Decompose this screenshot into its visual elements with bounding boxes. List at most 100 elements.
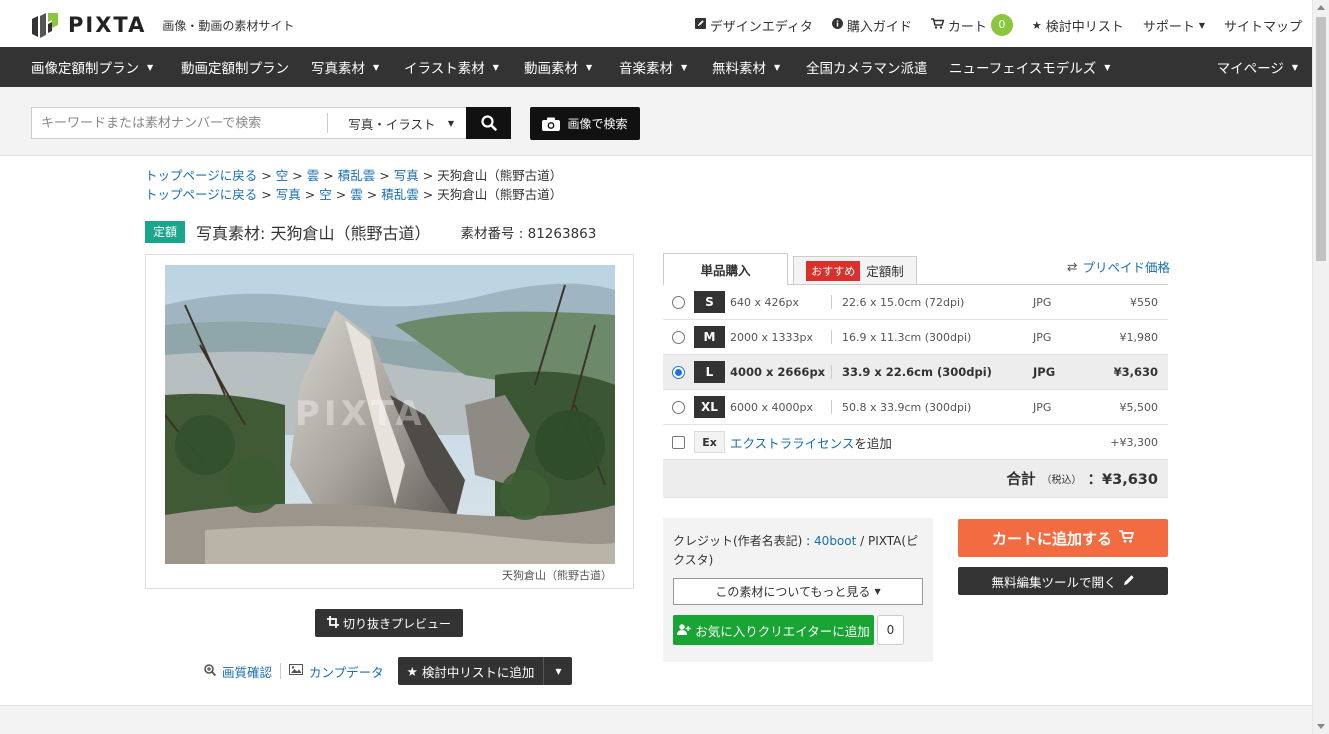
search-button[interactable] (466, 107, 511, 139)
info-circle-icon (831, 18, 843, 32)
size-radio-s[interactable] (672, 295, 685, 309)
search-type-select[interactable]: 写真・イラスト ▼ (328, 108, 466, 138)
size-code: L (694, 361, 725, 383)
extra-license-link[interactable]: エクストラライセンス (730, 436, 854, 451)
breadcrumb-link[interactable]: トップページに戻る (145, 187, 257, 202)
watermark-text: PIXTA (295, 394, 426, 434)
size-price: ¥1,980 (1119, 330, 1159, 344)
size-radio-m[interactable] (672, 330, 685, 344)
divider (280, 663, 282, 679)
size-format: JPG (1033, 330, 1052, 344)
add-to-wishlist-button[interactable]: ★ 検討中リストに追加 ▼ (397, 657, 573, 685)
crop-preview-button[interactable]: 切り抜きプレビュー (315, 609, 463, 637)
caret-down-icon: ▼ (1104, 62, 1111, 72)
size-pixels: 4000 x 2666px (730, 365, 826, 379)
size-pixels: 2000 x 1333px (730, 330, 813, 344)
add-favorite-creator-button[interactable]: お気に入りクリエイターに追加 (673, 615, 874, 645)
breadcrumb-link[interactable]: 写真 (394, 168, 419, 183)
size-row-xl[interactable]: XL 6000 x 4000px 50.8 x 33.9cm (300dpi) … (663, 390, 1168, 425)
utility-links: デザインエディタ 購入ガイド カート 0 ★ 検討中リスト サポート ▼ サイト… (676, 14, 1302, 36)
breadcrumb-link[interactable]: 写真 (276, 187, 301, 202)
nav-video[interactable]: 動画素材 ▼ (524, 47, 592, 87)
size-radio-l[interactable] (672, 365, 685, 379)
support-menu[interactable]: サポート ▼ (1143, 16, 1205, 35)
sitemap-link[interactable]: サイトマップ (1224, 16, 1302, 35)
nav-mypage[interactable]: マイページ ▼ (1217, 47, 1298, 87)
breadcrumb: トップページに戻る > 空 > 雲 > 積乱雲 > 写真 > 天狗倉山（熊野古道） (145, 168, 563, 183)
comp-data-link[interactable]: カンプデータ (289, 662, 384, 681)
scroll-down-icon[interactable] (1317, 724, 1325, 729)
recommend-badge: おすすめ (806, 260, 861, 281)
tab-subscription[interactable]: おすすめ 定額制 (793, 256, 917, 285)
page-title: 写真素材: 天狗倉山（熊野古道） (196, 224, 431, 243)
size-row-m[interactable]: M 2000 x 1333px 16.9 x 11.3cm (300dpi) J… (663, 320, 1168, 355)
author-link[interactable]: 40boot (814, 534, 856, 548)
caret-down-icon: ▼ (147, 62, 154, 72)
cart-link[interactable]: カート 0 (930, 14, 1013, 36)
pixta-logo-icon (30, 11, 60, 39)
size-options: S 640 x 426px 22.6 x 15.0cm (72dpi) JPG … (663, 285, 1168, 498)
image-search-button[interactable]: 画像で検索 (530, 107, 640, 140)
star-icon: ★ (406, 663, 418, 679)
quality-check-link[interactable]: 画質確認 (204, 662, 272, 681)
size-cm: 50.8 x 33.9cm (300dpi) (842, 400, 972, 414)
total-price: 合計 （税込） ：¥3,630 (663, 460, 1168, 498)
prepaid-price-link[interactable]: ⇄ プリペイド価格 (1067, 257, 1170, 276)
add-to-wishlist-main[interactable]: ★ 検討中リストに追加 (398, 657, 545, 685)
size-row-s[interactable]: S 640 x 426px 22.6 x 15.0cm (72dpi) JPG … (663, 285, 1168, 320)
caret-down-icon: ▼ (447, 118, 454, 128)
nav-new-face-models[interactable]: ニューフェイスモデルズ ▼ (949, 47, 1110, 87)
edit-square-icon (694, 18, 706, 32)
breadcrumb-link[interactable]: 空 (319, 187, 332, 202)
breadcrumb-link[interactable]: 空 (276, 168, 289, 183)
user-plus-icon (677, 623, 691, 638)
preview-image[interactable]: PIXTA (165, 265, 615, 564)
extra-license-checkbox[interactable] (672, 435, 685, 449)
breadcrumb-link[interactable]: 積乱雲 (381, 187, 419, 202)
breadcrumb-link[interactable]: 雲 (350, 187, 363, 202)
extra-license-row[interactable]: Ex エクストラライセンスを追加 +¥3,300 (663, 425, 1168, 460)
size-price: ¥3,630 (1113, 365, 1158, 379)
breadcrumb-current: 天狗倉山（熊野古道） (437, 187, 563, 202)
search-input[interactable] (32, 108, 328, 138)
size-cm: 33.9 x 22.6cm (300dpi) (842, 365, 992, 379)
image-caption: 天狗倉山（熊野古道） (502, 569, 612, 582)
tab-single-purchase[interactable]: 単品購入 (663, 253, 788, 286)
nav-free[interactable]: 無料素材 ▼ (712, 47, 780, 87)
caret-down-icon: ▼ (586, 62, 593, 72)
vertical-scrollbar[interactable] (1312, 0, 1329, 734)
size-code: M (694, 326, 725, 348)
scrollbar-thumb[interactable] (1316, 17, 1326, 261)
breadcrumb-link[interactable]: トップページに戻る (145, 168, 257, 183)
nav-photo[interactable]: 写真素材 ▼ (311, 47, 379, 87)
nav-music[interactable]: 音楽素材 ▼ (619, 47, 687, 87)
nav-image-subscription[interactable]: 画像定額制プラン ▼ (31, 47, 153, 87)
free-edit-tool-button[interactable]: 無料編集ツールで開く (958, 567, 1168, 595)
exchange-icon: ⇄ (1067, 259, 1078, 274)
more-about-item-button[interactable]: この素材についてもっと見る ▼ (673, 578, 923, 605)
breadcrumb: トップページに戻る > 写真 > 空 > 雲 > 積乱雲 > 天狗倉山（熊野古道） (145, 187, 563, 202)
purchase-guide-link[interactable]: 購入ガイド (831, 16, 912, 35)
pixta-logo[interactable]: PIXTA 画像・動画の素材サイト (30, 11, 294, 39)
size-pixels: 640 x 426px (730, 295, 799, 309)
pencil-icon (1123, 574, 1135, 589)
credit-text: クレジット(作者名表記) : 40boot / PIXTA(ピクスタ) (673, 534, 919, 567)
camera-icon (542, 117, 561, 131)
add-to-cart-button[interactable]: カートに追加する (958, 519, 1168, 557)
design-editor-link[interactable]: デザインエディタ (694, 16, 813, 35)
breadcrumb-link[interactable]: 雲 (307, 168, 320, 183)
nav-video-subscription[interactable]: 動画定額制プラン (181, 47, 289, 87)
nav-photographer-dispatch[interactable]: 全国カメラマン派遣 (806, 47, 928, 87)
wishlist-link[interactable]: ★ 検討中リスト (1032, 16, 1124, 35)
scroll-up-icon[interactable] (1317, 5, 1325, 10)
breadcrumb-link[interactable]: 積乱雲 (338, 168, 376, 183)
caret-down-icon: ▼ (1198, 20, 1205, 30)
credit-box: クレジット(作者名表記) : 40boot / PIXTA(ピクスタ) この素材… (663, 518, 933, 662)
wishlist-dropdown-toggle[interactable]: ▼ (544, 657, 572, 685)
subscription-badge: 定額 (145, 221, 186, 243)
size-row-l[interactable]: L 4000 x 2666px 33.9 x 22.6cm (300dpi) J… (663, 355, 1168, 390)
zoom-in-icon (204, 663, 217, 679)
size-radio-xl[interactable] (672, 400, 685, 414)
nav-illustration[interactable]: イラスト素材 ▼ (404, 47, 499, 87)
cart-count-badge: 0 (990, 14, 1013, 36)
